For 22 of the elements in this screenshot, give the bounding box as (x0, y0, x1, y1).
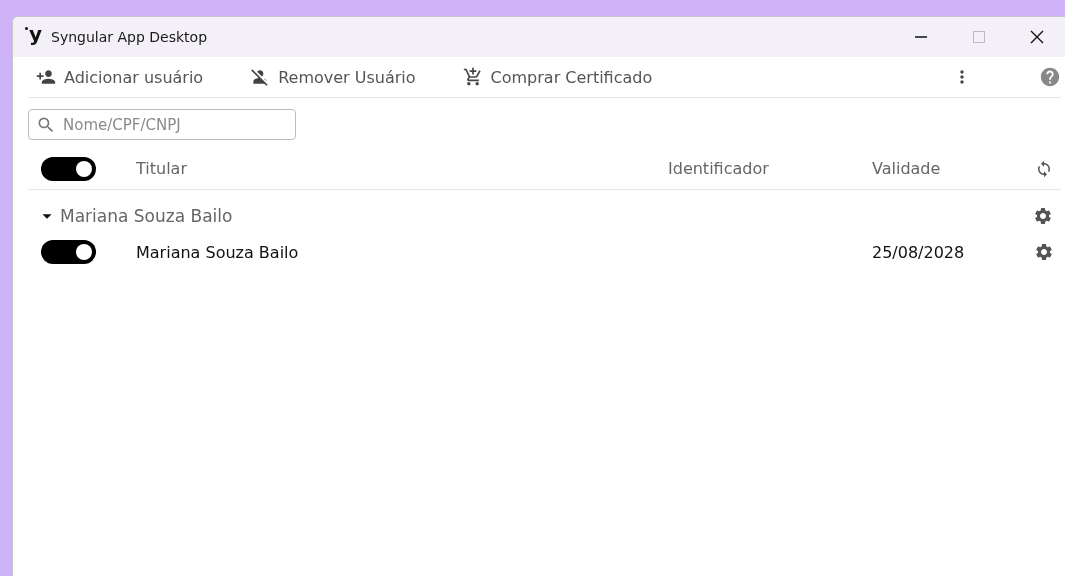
group-name: Mariana Souza Bailo (60, 206, 234, 226)
toolbar-button[interactable]: Remover Usuário (250, 67, 416, 87)
column-header: Validade (872, 159, 941, 178)
table-cell: Mariana Souza Bailo (136, 242, 299, 262)
settings-icon[interactable] (1033, 206, 1053, 226)
close-icon[interactable] (1029, 29, 1045, 45)
help-icon[interactable] (1039, 66, 1061, 88)
person-add-icon (36, 67, 56, 87)
window-title: Syngular App Desktop (51, 29, 209, 45)
toggle-switch[interactable] (41, 240, 96, 264)
cart-add-icon (462, 67, 483, 87)
toggle-switch[interactable] (41, 156, 96, 181)
column-header: Titular (136, 159, 187, 178)
search-icon (36, 115, 56, 135)
toolbar-button[interactable]: Comprar Certificado (462, 67, 653, 87)
toolbar-button[interactable]: Adicionar usuário (36, 67, 204, 87)
column-header: Identificador (668, 159, 769, 178)
table-cell: 25/08/2028 (872, 242, 965, 262)
app-logo: y (25, 24, 43, 44)
settings-icon[interactable] (1033, 242, 1054, 262)
search-field[interactable]: Nome/CPF/CNPJ (28, 109, 296, 140)
person-off-icon (250, 67, 271, 87)
